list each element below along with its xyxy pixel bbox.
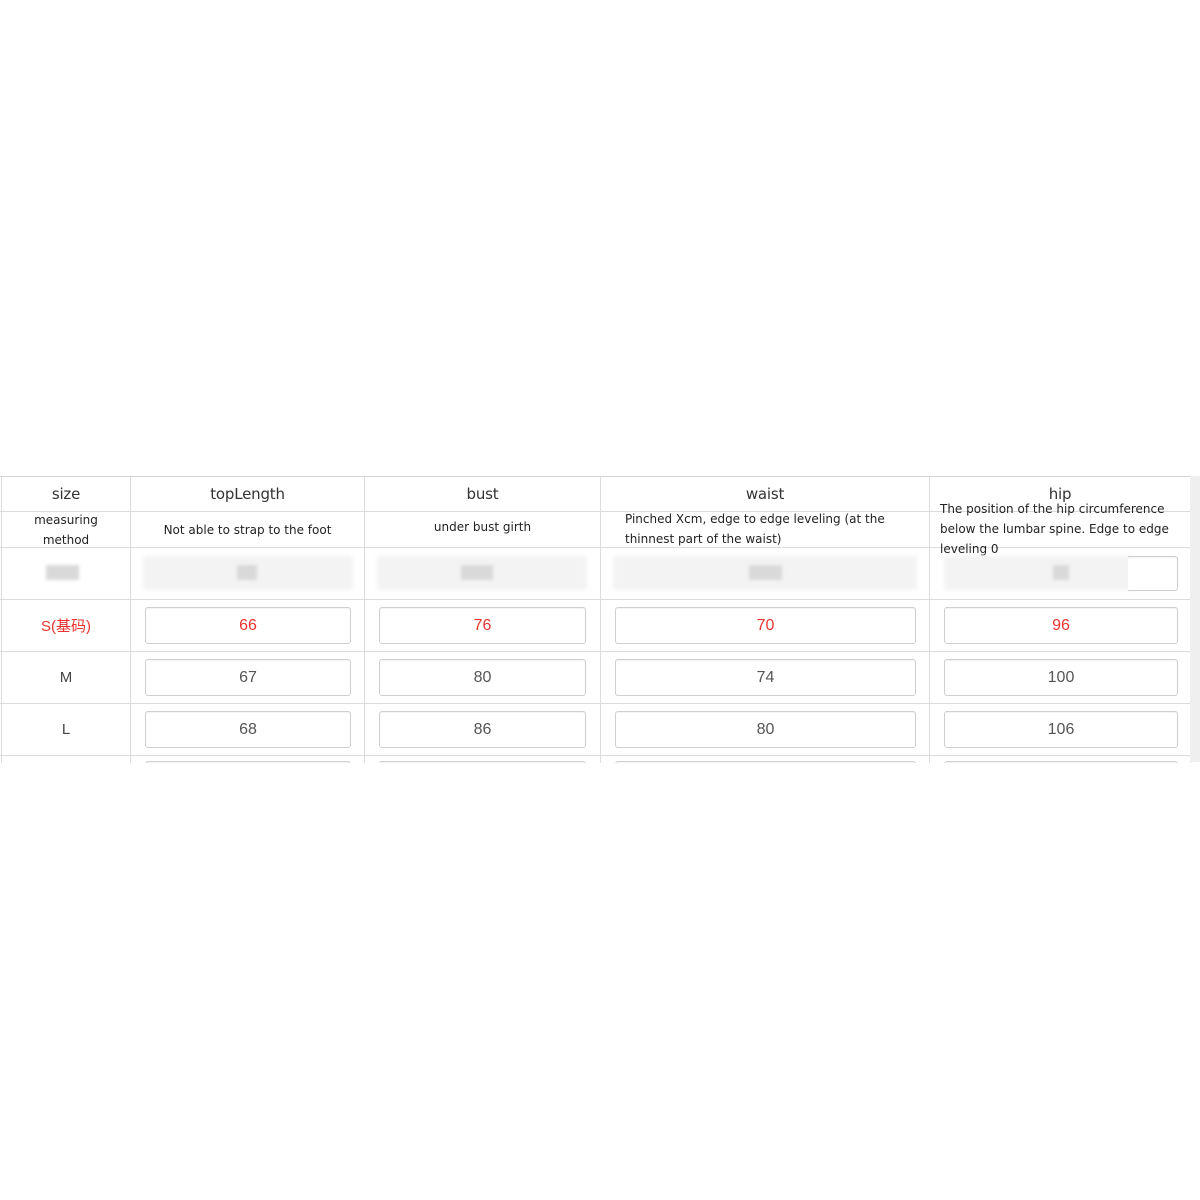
top-length-cell [130,756,364,763]
top-length-input[interactable]: 66 [145,607,351,644]
size-label: L [61,721,71,738]
table-row: M 67 80 74 100 [0,652,1192,704]
hip-cell [929,756,1191,763]
header-size-label: size [51,485,81,503]
hip-input[interactable]: 96 [944,607,1178,644]
bust-cell [364,756,600,763]
blurred-cell-bust [364,548,600,599]
method-top-length-cell: Not able to strap to the foot [130,512,364,547]
blurred-placeholder [237,565,257,580]
waist-input[interactable]: 74 [615,659,916,696]
scroll-edge [1190,476,1200,762]
size-cell: M [1,652,130,703]
table-row: L 68 86 80 106 [0,704,1192,756]
top-length-input[interactable] [145,761,351,763]
method-label-cell: measuring method [1,512,130,547]
top-length-cell: 68 [130,704,364,755]
hip-cell: 106 [929,704,1191,755]
hip-input[interactable]: 100 [944,659,1178,696]
size-label: M [59,669,73,686]
bust-cell: 76 [364,600,600,651]
bust-input[interactable] [379,761,586,763]
header-bust-label: bust [466,485,499,503]
blurred-placeholder [749,565,782,580]
hip-cell: 100 [929,652,1191,703]
bust-input[interactable]: 76 [379,607,586,644]
top-length-cell: 66 [130,600,364,651]
top-length-input[interactable]: 67 [145,659,351,696]
hip-input[interactable] [944,761,1178,763]
method-hip-cell: The position of the hip circumference be… [929,502,1191,556]
method-bust: under bust girth [433,519,532,534]
header-waist: waist [600,477,929,511]
method-waist: Pinched Xcm, edge to edge leveling (at t… [625,511,885,546]
page: size topLength bust waist hip measuring … [0,0,1200,1200]
method-label: measuring method [34,512,98,547]
bust-input[interactable]: 80 [379,659,586,696]
table-row-cutoff [0,756,1192,763]
hip-input[interactable]: 106 [944,711,1178,748]
blurred-cell-size [1,548,130,599]
size-cell: L [1,704,130,755]
waist-cell: 74 [600,652,929,703]
blurred-row [0,548,1192,600]
blurred-cell-top-length [130,548,364,599]
blurred-input-edge [1128,556,1178,591]
header-top-length-label: topLength [210,485,285,503]
method-bust-cell: under bust girth [364,512,600,547]
blurred-placeholder [46,565,79,580]
size-chart-table: size topLength bust waist hip measuring … [0,476,1192,763]
waist-input[interactable]: 70 [615,607,916,644]
waist-cell: 80 [600,704,929,755]
waist-input[interactable] [615,761,916,763]
header-waist-label: waist [745,485,785,503]
blurred-box [944,556,1134,590]
bust-cell: 80 [364,652,600,703]
waist-input[interactable]: 80 [615,711,916,748]
size-cell: S(基码) [1,600,130,651]
method-row: measuring method Not able to strap to th… [0,502,1192,556]
size-label: S(基码) [41,618,91,635]
header-bust: bust [364,477,600,511]
header-size: size [1,477,130,511]
blurred-cell-hip [929,548,1191,599]
size-cell [1,756,130,763]
waist-cell: 70 [600,600,929,651]
bust-input[interactable]: 86 [379,711,586,748]
method-waist-cell: Pinched Xcm, edge to edge leveling (at t… [600,512,929,547]
waist-cell [600,756,929,763]
bust-cell: 86 [364,704,600,755]
blurred-placeholder [1053,565,1069,580]
blurred-placeholder [461,565,493,580]
blurred-cell-waist [600,548,929,599]
top-length-input[interactable]: 68 [145,711,351,748]
table-row: S(基码) 66 76 70 96 [0,600,1192,652]
method-top-length: Not able to strap to the foot [163,522,332,537]
top-length-cell: 67 [130,652,364,703]
hip-cell: 96 [929,600,1191,651]
header-top-length: topLength [130,477,364,511]
